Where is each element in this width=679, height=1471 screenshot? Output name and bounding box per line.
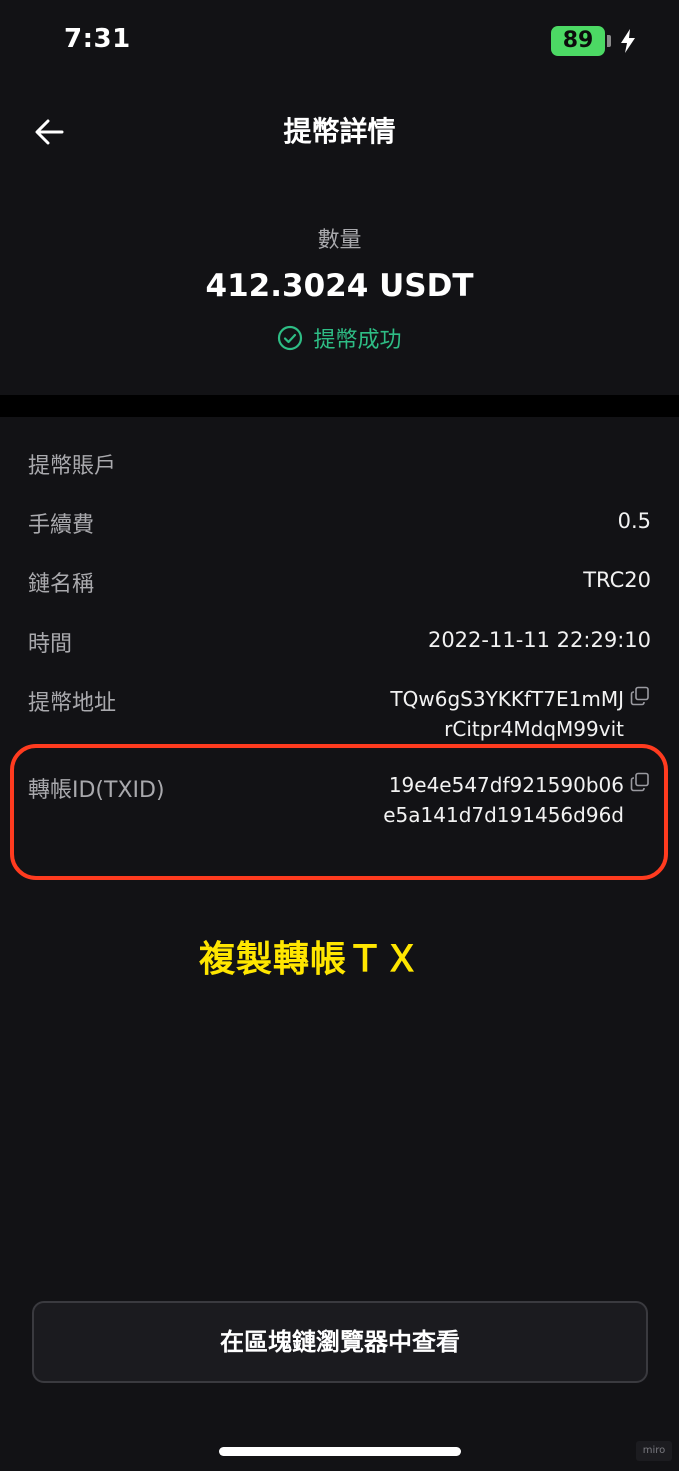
address-label: 提幣地址 bbox=[28, 691, 117, 716]
txid-line-1: 19e4e547df921590b06 bbox=[388, 773, 624, 797]
view-in-explorer-button[interactable]: 在區塊鏈瀏覽器中查看 bbox=[32, 1301, 648, 1383]
status-time: 7:31 bbox=[64, 24, 131, 54]
home-indicator[interactable] bbox=[219, 1447, 461, 1456]
amount-label: 數量 bbox=[317, 228, 362, 253]
withdrawal-status: 提幣成功 bbox=[0, 322, 679, 354]
address-line-2: rCitpr4MdqM99vit bbox=[444, 717, 624, 741]
chain-label: 鏈名稱 bbox=[28, 572, 95, 597]
txid-line-2: e5a141d7d191456d96d bbox=[383, 803, 624, 827]
account-label: 提幣賬戶 bbox=[28, 454, 117, 479]
time-label: 時間 bbox=[28, 632, 73, 657]
txid-label: 轉帳ID(TXID) bbox=[28, 778, 165, 803]
fee-label: 手續費 bbox=[28, 513, 95, 538]
page-title: 提幣詳情 bbox=[283, 115, 396, 148]
copy-address-icon[interactable] bbox=[630, 686, 650, 706]
copy-tx-annotation: 複製轉帳ＴＸ bbox=[198, 939, 421, 980]
withdrawal-detail-screen: 7:31 89 提幣詳情 數量 412.3024 USDT 提幣成功 提幣賬戶 … bbox=[0, 0, 679, 1471]
success-check-icon bbox=[278, 325, 303, 351]
copy-txid-icon[interactable] bbox=[630, 772, 650, 792]
address-line-1: TQw6gS3YKKfT7E1mMJ bbox=[390, 687, 624, 711]
battery-indicator: 89 bbox=[551, 26, 605, 56]
txid-value[interactable]: 19e4e547df921590b06 e5a141d7d191456d96d bbox=[324, 770, 624, 830]
charging-bolt-icon bbox=[621, 29, 635, 53]
chain-value: TRC20 bbox=[583, 568, 651, 592]
battery-cap bbox=[607, 35, 611, 47]
status-bar: 7:31 89 bbox=[0, 0, 679, 86]
time-value: 2022-11-11 22:29:10 bbox=[427, 628, 651, 652]
amount-value: 412.3024 USDT bbox=[205, 268, 474, 304]
fee-value: 0.5 bbox=[617, 509, 651, 533]
address-value[interactable]: TQw6gS3YKKfT7E1mMJ rCitpr4MdqM99vit bbox=[324, 684, 624, 744]
status-text: 提幣成功 bbox=[313, 328, 402, 353]
miro-watermark: miro bbox=[636, 1441, 672, 1461]
section-divider bbox=[0, 395, 679, 417]
